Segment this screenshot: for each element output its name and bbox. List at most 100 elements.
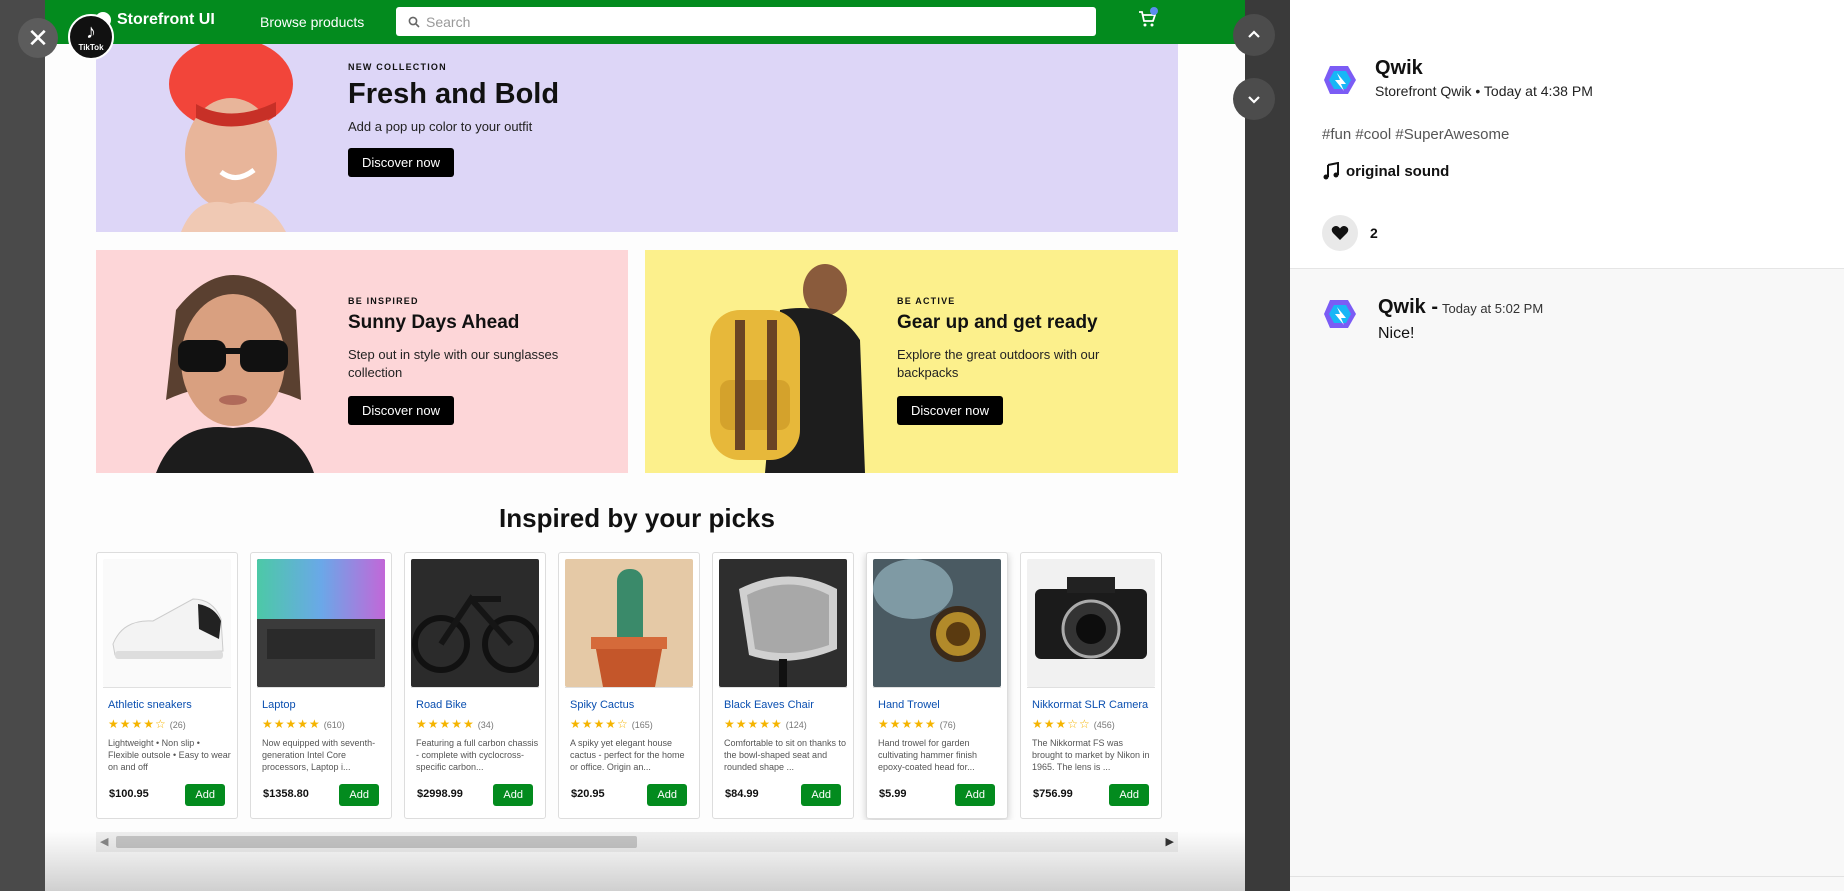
star-rating-icons: ★★★★★ <box>262 717 321 731</box>
hero-content: NEW COLLECTION Fresh and Bold Add a pop … <box>348 62 559 177</box>
product-rating: ★★★★★ (76) <box>873 717 1001 731</box>
add-to-cart-button[interactable]: Add <box>955 784 995 806</box>
qwik-avatar[interactable] <box>1322 296 1358 332</box>
post-details: Qwik Storefront Qwik • Today at 4:38 PM … <box>1290 0 1844 269</box>
add-to-cart-button[interactable]: Add <box>647 784 687 806</box>
promo-title: Sunny Days Ahead <box>348 312 520 333</box>
promo-backpacks: BE ACTIVE Gear up and get ready Explore … <box>645 250 1178 473</box>
product-name[interactable]: Hand Trowel <box>873 699 1001 711</box>
hero-title: Fresh and Bold <box>348 78 560 110</box>
star-rating-icons: ★★★★☆ <box>570 717 629 731</box>
promo-eyebrow: BE INSPIRED <box>348 296 419 306</box>
like-count: 2 <box>1370 225 1378 241</box>
add-to-cart-button[interactable]: Add <box>339 784 379 806</box>
product-price: $100.95 <box>109 788 149 800</box>
comment-author: Qwik - Today at 5:02 PM <box>1378 296 1543 319</box>
add-to-cart-button[interactable]: Add <box>185 784 225 806</box>
heart-icon <box>1331 226 1349 240</box>
panel-bottom-divider <box>1290 876 1844 877</box>
browse-products-link[interactable]: Browse products <box>260 14 364 30</box>
hero-discover-button[interactable]: Discover now <box>348 148 455 177</box>
product-description: The Nikkormat FS was brought to market b… <box>1032 738 1150 772</box>
video-viewer: Storefront UI Browse products Search NEW… <box>0 0 1290 891</box>
card-divider <box>873 687 1001 688</box>
cactus-image <box>565 559 693 687</box>
card-divider <box>411 687 539 688</box>
qwik-avatar[interactable] <box>1322 62 1358 98</box>
product-price: $2998.99 <box>417 788 463 800</box>
backpack-model-image <box>685 250 875 473</box>
product-carousel: Athletic sneakers ★★★★☆ (26) Lightweight … <box>96 552 1178 820</box>
search-input[interactable]: Search <box>396 7 1096 36</box>
product-price: $756.99 <box>1033 788 1073 800</box>
add-to-cart-button[interactable]: Add <box>1109 784 1149 806</box>
hero-eyebrow: NEW COLLECTION <box>348 62 447 72</box>
card-divider <box>565 687 693 688</box>
hero-subtitle: Add a pop up color to your outfit <box>348 119 533 134</box>
previous-video-button[interactable] <box>1233 14 1275 56</box>
product-name[interactable]: Spiky Cactus <box>565 699 693 711</box>
promo-title: Gear up and get ready <box>897 312 1098 333</box>
road-bike-image <box>411 559 540 687</box>
comment-time: Today at 5:02 PM <box>1442 301 1544 316</box>
store-logo-text: Storefront UI <box>117 11 215 28</box>
like-button[interactable] <box>1322 215 1358 251</box>
product-price: $84.99 <box>725 788 759 800</box>
product-description: Hand trowel for garden cultivating hamme… <box>878 738 978 772</box>
star-rating-icons: ★★★★★ <box>878 717 937 731</box>
store-logo[interactable]: Storefront UI <box>95 11 215 29</box>
promo-discover-button[interactable]: Discover now <box>897 396 1004 425</box>
product-card[interactable]: Athletic sneakers ★★★★☆ (26) Lightweight … <box>96 552 238 819</box>
sneaker-image <box>103 559 231 687</box>
product-price: $5.99 <box>879 788 907 800</box>
product-name[interactable]: Black Eaves Chair <box>719 699 847 711</box>
tiktok-logo-label: TikTok <box>78 43 104 52</box>
hero-model-image <box>136 44 306 232</box>
product-description: Lightweight • Non slip • Flexible outsol… <box>108 738 231 772</box>
music-note-icon <box>1323 162 1339 180</box>
promo-discover-button[interactable]: Discover now <box>348 396 455 425</box>
tiktok-logo: ♪ TikTok <box>68 14 114 60</box>
store-header: Storefront UI Browse products Search <box>45 0 1245 44</box>
product-card[interactable]: Road Bike ★★★★★ (34) Featuring a full car… <box>404 552 546 819</box>
promo-subtitle: Step out in style with our sunglasses co… <box>348 347 559 380</box>
product-description: Featuring a full carbon chassis - comple… <box>416 738 539 772</box>
product-name[interactable]: Laptop <box>257 699 385 711</box>
post-hashtags[interactable]: #fun #cool #SuperAwesome <box>1322 126 1509 143</box>
product-card[interactable]: Laptop ★★★★★ (610) Now equipped with seve… <box>250 552 392 819</box>
review-count: (124) <box>785 720 807 730</box>
add-to-cart-button[interactable]: Add <box>801 784 841 806</box>
product-name[interactable]: Athletic sneakers <box>103 699 231 711</box>
star-rating-icons: ★★★★☆ <box>108 717 167 731</box>
chevron-up-icon <box>1248 30 1260 38</box>
product-card[interactable]: Spiky Cactus ★★★★☆ (165) A spiky yet eleg… <box>558 552 700 819</box>
review-count: (26) <box>169 720 186 730</box>
product-name[interactable]: Road Bike <box>411 699 539 711</box>
video-frame[interactable]: Storefront UI Browse products Search NEW… <box>45 0 1245 891</box>
section-title: Inspired by your picks <box>499 503 775 533</box>
viewer-backdrop-left <box>0 0 45 891</box>
post-meta: Storefront Qwik • Today at 4:38 PM <box>1375 83 1593 99</box>
tiktok-note-icon: ♪ <box>86 21 96 43</box>
original-sound-link[interactable]: original sound <box>1322 162 1449 180</box>
comment-author-name[interactable]: Qwik - <box>1378 296 1438 318</box>
close-icon: ✕ <box>27 22 49 53</box>
cart-button[interactable] <box>1138 7 1158 33</box>
product-card[interactable]: Hand Trowel ★★★★★ (76) Hand trowel for ga… <box>866 552 1008 819</box>
review-count: (34) <box>477 720 494 730</box>
next-video-button[interactable] <box>1233 78 1275 120</box>
promo-backpacks-content: BE ACTIVE Gear up and get ready Explore … <box>897 296 1127 425</box>
product-description: Comfortable to sit on thanks to the bowl… <box>724 738 847 772</box>
close-button[interactable]: ✕ <box>18 18 58 58</box>
product-description: Now equipped with seventh-generation Int… <box>262 738 376 772</box>
product-price: $1358.80 <box>263 788 309 800</box>
add-to-cart-button[interactable]: Add <box>493 784 533 806</box>
post-author[interactable]: Qwik <box>1375 57 1423 80</box>
card-divider <box>257 687 385 688</box>
product-name[interactable]: Nikkormat SLR Camera <box>1027 699 1155 711</box>
product-rating: ★★★★★ (124) <box>719 717 847 731</box>
chair-image <box>719 559 847 687</box>
promo-sunglasses: BE INSPIRED Sunny Days Ahead Step out in… <box>96 250 628 473</box>
product-card[interactable]: Nikkormat SLR Camera ★★★☆☆ (456) The Nikk… <box>1020 552 1162 819</box>
product-card[interactable]: Black Eaves Chair ★★★★★ (124) Comfortable… <box>712 552 854 819</box>
